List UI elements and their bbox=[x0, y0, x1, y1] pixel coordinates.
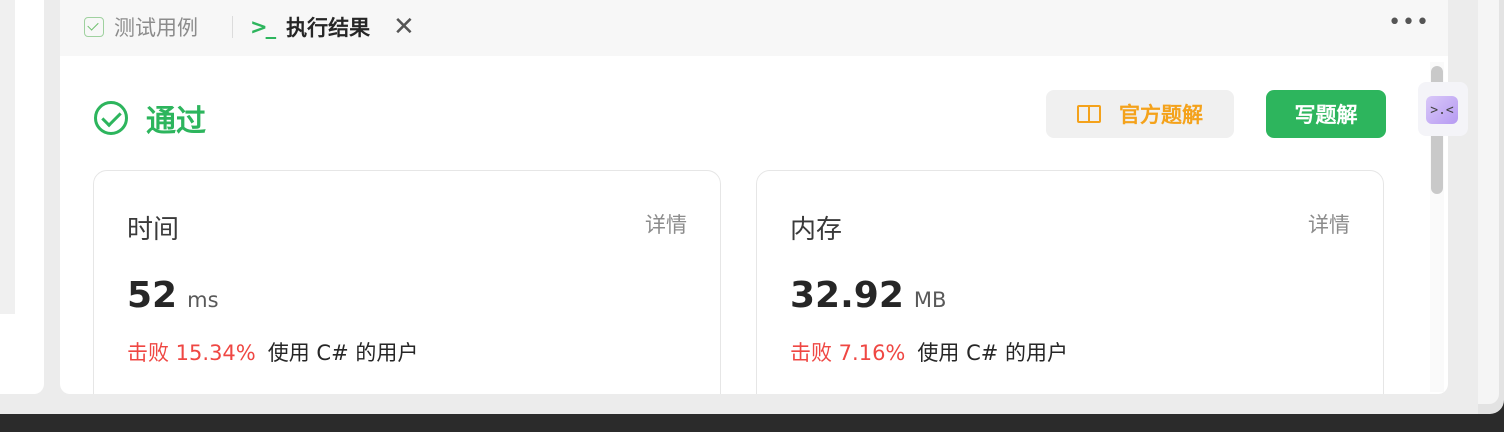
official-solution-button[interactable]: 官方题解 bbox=[1046, 90, 1234, 138]
memory-beats: 击败 7.16% 使用 C# 的用户 bbox=[790, 337, 1068, 367]
write-solution-label: 写题解 bbox=[1294, 103, 1358, 127]
runtime-title: 时间 bbox=[127, 215, 180, 245]
check-circle-icon bbox=[94, 101, 128, 135]
floating-panel-button[interactable]: >.< bbox=[1418, 82, 1468, 136]
right-rail bbox=[1478, 0, 1504, 414]
runtime-beats-percent: 击败 15.34% bbox=[127, 341, 256, 365]
runtime-number: 52 bbox=[127, 275, 178, 316]
checkbox-icon bbox=[84, 17, 104, 37]
memory-unit: MB bbox=[913, 288, 947, 312]
memory-card: 内存 详情 32.92 MB 击败 7.16% 使用 C# 的用户 bbox=[756, 170, 1384, 394]
runtime-beats-suffix: 使用 C# 的用户 bbox=[267, 341, 419, 365]
result-content: 通过 官方题解 写题解 时间 详情 52 ms 击败 15.34% 使用 C# … bbox=[60, 56, 1420, 394]
memory-detail-link[interactable]: 详情 bbox=[1308, 209, 1350, 239]
status-row: 通过 bbox=[94, 96, 206, 140]
terminal-icon: >_ bbox=[250, 15, 276, 39]
tab-test-cases-label: 测试用例 bbox=[114, 16, 198, 40]
tab-bar: 测试用例 >_ 执行结果 ✕ ••• bbox=[60, 0, 1448, 56]
memory-beats-percent: 击败 7.16% bbox=[790, 341, 906, 365]
runtime-card: 时间 详情 52 ms 击败 15.34% 使用 C# 的用户 bbox=[93, 170, 721, 394]
code-collapse-icon: >.< bbox=[1426, 96, 1458, 124]
right-rail-surface bbox=[1478, 0, 1499, 404]
result-panel: 测试用例 >_ 执行结果 ✕ ••• 通过 官方题解 写题解 时间 详情 52 … bbox=[60, 0, 1448, 394]
status-label: 通过 bbox=[146, 104, 206, 139]
left-panel bbox=[0, 0, 44, 394]
memory-value: 32.92 MB bbox=[790, 275, 946, 316]
book-icon bbox=[1077, 105, 1101, 123]
official-solution-label: 官方题解 bbox=[1119, 103, 1203, 127]
tab-test-cases[interactable]: 测试用例 bbox=[84, 14, 198, 40]
tab-divider bbox=[232, 16, 233, 38]
runtime-value: 52 ms bbox=[127, 275, 219, 316]
runtime-detail-link[interactable]: 详情 bbox=[645, 209, 687, 239]
left-panel-strip bbox=[0, 0, 15, 314]
more-icon[interactable]: ••• bbox=[1388, 10, 1430, 35]
close-icon[interactable]: ✕ bbox=[393, 12, 415, 42]
runtime-unit: ms bbox=[187, 288, 219, 312]
memory-beats-suffix: 使用 C# 的用户 bbox=[917, 341, 1068, 365]
memory-title: 内存 bbox=[790, 215, 843, 245]
memory-number: 32.92 bbox=[790, 275, 904, 316]
write-solution-button[interactable]: 写题解 bbox=[1266, 90, 1386, 138]
tab-execution-result-label: 执行结果 bbox=[286, 16, 371, 40]
runtime-beats: 击败 15.34% 使用 C# 的用户 bbox=[127, 337, 418, 367]
tab-execution-result[interactable]: >_ 执行结果 bbox=[250, 14, 370, 40]
